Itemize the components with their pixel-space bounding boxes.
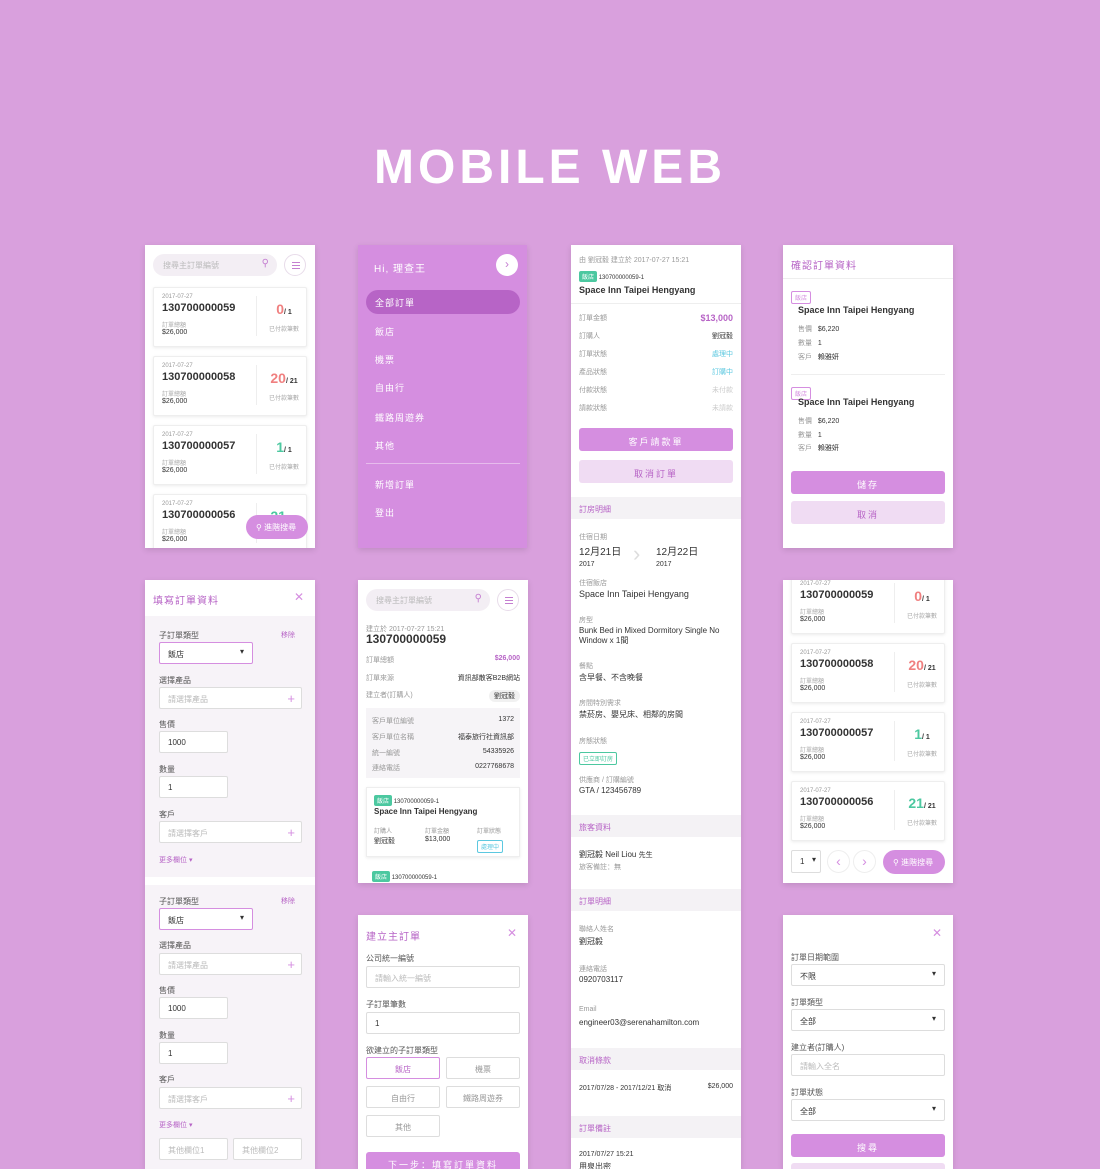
product-select[interactable]: 請選擇產品 + (159, 687, 302, 709)
next-step-button[interactable]: 下一步：填寫訂單資料 (366, 1152, 520, 1169)
type-option-package[interactable]: 自由行 (366, 1086, 440, 1108)
type-option-rail[interactable]: 鐵路周遊券 (446, 1086, 520, 1108)
order-list-screen: 搜尋主訂單編號 ⚲ 2017-07-27 130700000059 訂單總額 $2… (145, 245, 315, 548)
quantity-input[interactable]: 1 (159, 1042, 228, 1064)
sub-order-detail-screen: 由 劉冠毅 建立於 2017-07-27 15:21 飯店 1307000000… (571, 245, 741, 1169)
type-select[interactable]: 飯店 ▾ (159, 642, 253, 664)
arrow-right-icon: › (633, 541, 641, 566)
fill-title: 填寫訂單資料 (153, 596, 219, 607)
order-card[interactable]: 2017-07-27 130700000057 訂單總額 $26,000 1/ … (153, 425, 307, 485)
close-icon[interactable]: ✕ (294, 590, 304, 604)
search-icon: ⚲ (474, 593, 482, 604)
order-status-select[interactable]: 全部 ▾ (791, 1099, 945, 1121)
date-range-select[interactable]: 不限 ▾ (791, 964, 945, 986)
menu-item-logout[interactable]: 登出 (375, 506, 395, 519)
more-fields-link[interactable]: 更多欄位 ▾ (159, 855, 192, 865)
order-type-select[interactable]: 全部 ▾ (791, 1009, 945, 1031)
close-icon[interactable]: ✕ (932, 926, 942, 940)
order-card[interactable]: 2017-07-27 130700000056 訂單總額 $26,000 21/… (791, 781, 945, 841)
confirm-item: 飯店 Space Inn Taipei Hengyang 售價 $6,220 數… (791, 287, 945, 367)
cancel-button[interactable] (791, 1163, 945, 1169)
menu-item-new-order[interactable]: 新增訂單 (375, 478, 415, 491)
page-title: MOBILE WEB (374, 141, 726, 194)
customer-select[interactable]: 請選擇客戶 + (159, 1087, 302, 1109)
order-card[interactable]: 2017-07-27 130700000057 訂單總額 $26,000 1/ … (791, 712, 945, 772)
customer-select[interactable]: 請選擇客戶 + (159, 821, 302, 843)
menu-item[interactable]: 飯店 (375, 325, 395, 338)
order-card[interactable]: 2017-07-27 130700000058 訂單總額 $26,000 20/… (791, 643, 945, 703)
main-order-detail-screen: 搜尋主訂單編號 ⚲ 建立於 2017-07-27 15:21 1307000000… (358, 580, 528, 883)
create-title: 建立主訂單 (366, 932, 421, 943)
confirm-title: 確認訂單資料 (791, 261, 857, 272)
request-payment-button[interactable]: 客戶請款單 (579, 428, 733, 451)
quantity-input[interactable]: 1 (159, 776, 228, 798)
plus-icon: + (287, 957, 295, 972)
greeting: Hi, 理查王 (374, 264, 426, 275)
advanced-search-button[interactable]: ⚲ 進階搜尋 (246, 515, 308, 539)
filter-screen: ✕ 訂單日期範圍 不限 ▾ 訂單類型 全部 ▾ 建立者(訂購人) 請輸入全名 訂單狀… (783, 915, 953, 1169)
menu-divider (366, 463, 520, 464)
order-card[interactable]: 2017-07-27 130700000059 訂單總額 $26,000 0/ … (791, 580, 945, 634)
price-input[interactable]: 1000 (159, 731, 228, 753)
cancel-order-button[interactable]: 取消訂單 (579, 460, 733, 483)
confirm-item: 飯店 Space Inn Taipei Hengyang 售價 $6,220 數… (791, 383, 945, 463)
page-select[interactable]: 1 ▾ (791, 850, 821, 873)
other-field-2[interactable]: 其他欄位2 (233, 1138, 302, 1160)
other-field-1[interactable]: 其他欄位1 (159, 1138, 228, 1160)
hotel-name: Space Inn Taipei Hengyang (579, 285, 696, 295)
search-icon: ⚲ (261, 258, 269, 269)
order-card[interactable]: 2017-07-27 130700000058 訂單總額 $26,000 20/… (153, 356, 307, 416)
type-option-hotel[interactable]: 飯店 (366, 1057, 440, 1079)
main-order-number: 130700000059 (366, 632, 447, 646)
save-button[interactable]: 儲存 (791, 471, 945, 494)
cancel-button[interactable]: 取消 (791, 501, 945, 524)
order-list-paged-screen: 2017-07-27 130700000059 訂單總額 $26,000 0/ … (783, 580, 953, 883)
confirm-order-screen: 確認訂單資料 飯店 Space Inn Taipei Hengyang 售價 $… (783, 245, 953, 548)
advanced-search-button[interactable]: ⚲ 進階搜尋 (883, 850, 945, 874)
prev-page-button[interactable]: ‹ (827, 850, 850, 873)
price-input[interactable]: 1000 (159, 997, 228, 1019)
sub-order-card[interactable]: 飯店 130700000059-1 Space Inn Taipei Hengy… (366, 787, 520, 857)
menu-screen: Hi, 理查王 › 全部訂單 飯店 機票 自由行 鐵路周遊券 其他 新增訂單 登… (358, 245, 527, 548)
plus-icon: + (287, 825, 295, 840)
remove-link[interactable]: 移除 (281, 896, 295, 906)
type-option-other[interactable]: 其他 (366, 1115, 440, 1137)
fill-order-screen: 填寫訂單資料 ✕ 子訂單類型 移除 飯店 ▾ 選擇產品 請選擇產品 + 售價 100… (145, 580, 315, 1169)
close-menu-button[interactable]: › (496, 254, 518, 276)
menu-button[interactable] (284, 254, 306, 276)
menu-item[interactable]: 其他 (375, 439, 395, 452)
menu-item[interactable]: 自由行 (375, 381, 405, 394)
create-order-screen: 建立主訂單 ✕ 公司統一編號 請輸入統一編號 子訂單筆數 1 欲建立的子訂單類型… (358, 915, 528, 1169)
next-page-button[interactable]: › (853, 850, 876, 873)
product-select[interactable]: 請選擇產品 + (159, 953, 302, 975)
plus-icon: + (287, 1091, 295, 1106)
hotel-tag: 飯店 (579, 271, 598, 282)
search-input[interactable]: 搜尋主訂單編號 ⚲ (366, 589, 490, 611)
menu-item-all-orders[interactable]: 全部訂單 (366, 290, 520, 314)
menu-item[interactable]: 機票 (375, 353, 395, 366)
more-fields-link[interactable]: 更多欄位 ▾ (159, 1120, 192, 1130)
order-card[interactable]: 2017-07-27 130700000059 訂單總額 $26,000 0/ … (153, 287, 307, 347)
creator-input[interactable]: 請輸入全名 (791, 1054, 945, 1076)
sub-order-count-input[interactable]: 1 (366, 1012, 520, 1034)
search-button[interactable]: 搜尋 (791, 1134, 945, 1157)
remove-link[interactable]: 移除 (281, 630, 295, 640)
tax-id-input[interactable]: 請輸入統一編號 (366, 966, 520, 988)
menu-button[interactable] (497, 589, 519, 611)
type-option-flight[interactable]: 機票 (446, 1057, 520, 1079)
search-input[interactable]: 搜尋主訂單編號 ⚲ (153, 254, 277, 276)
type-select[interactable]: 飯店 ▾ (159, 908, 253, 930)
plus-icon: + (287, 691, 295, 706)
menu-item[interactable]: 鐵路周遊券 (375, 411, 425, 424)
close-icon[interactable]: ✕ (507, 926, 517, 940)
